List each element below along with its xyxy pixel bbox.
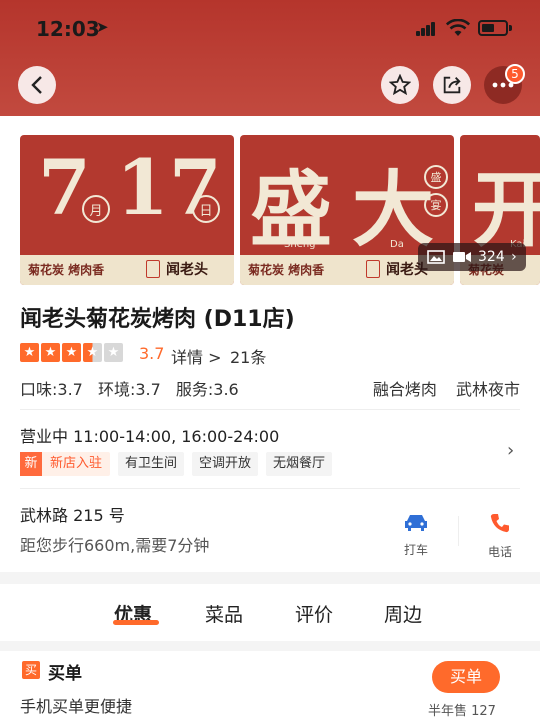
rating-detail-link[interactable]: 详情 > xyxy=(171,344,222,368)
status-time: 12:03 xyxy=(36,17,100,41)
tab-bar: 优惠 菜品 评价 周边 xyxy=(0,584,540,640)
star-icon: ★ xyxy=(104,343,123,362)
facility-tag: 无烟餐厅 xyxy=(266,452,333,476)
chevron-right-icon: > xyxy=(208,348,222,367)
favorite-button[interactable] xyxy=(381,66,419,104)
battery-icon xyxy=(478,20,508,36)
star-icon: ★ xyxy=(62,343,81,362)
photo-count-button[interactable]: 324 › xyxy=(418,243,526,271)
photo-circle-char: 盛 xyxy=(424,165,448,189)
photo-month-circle: 月 xyxy=(82,195,110,223)
status-bar: 12:03 ➤ xyxy=(0,0,540,56)
buy-icon: 买 xyxy=(22,661,40,679)
battery-tip xyxy=(509,25,512,31)
phone-label: 电话 xyxy=(487,545,512,559)
section-gap xyxy=(0,572,540,584)
divider xyxy=(458,516,459,546)
divider xyxy=(20,488,520,489)
star-rating: ★ ★ ★ ★ ★ xyxy=(20,343,125,362)
tab-reviews[interactable]: 评价 xyxy=(295,600,333,627)
area-tag[interactable]: 武林夜市 xyxy=(456,380,520,399)
rating-value: 3.7 xyxy=(139,344,165,363)
walking-distance: 距您步行660m,需要7分钟 xyxy=(20,536,210,555)
shop-tags: 融合烤肉 武林夜市 xyxy=(359,376,520,400)
chevron-left-icon xyxy=(31,76,42,94)
divider xyxy=(20,409,520,410)
score-service: 服务:3.6 xyxy=(175,380,239,399)
share-button[interactable] xyxy=(433,66,471,104)
facility-tags: 新 新店入驻 有卫生间 空调开放 无烟餐厅 xyxy=(20,452,340,476)
facility-tag: 空调开放 xyxy=(192,452,259,476)
buy-title: 买单 xyxy=(48,664,82,684)
category-tag[interactable]: 融合烤肉 xyxy=(373,380,437,399)
photo-count: 324 xyxy=(478,249,505,265)
buy-button[interactable]: 买单 xyxy=(432,661,500,693)
shop-photo[interactable]: 7 月 17 日 菊花炭 烤肉香 闻老头 xyxy=(20,135,234,285)
back-button[interactable] xyxy=(18,66,56,104)
share-icon xyxy=(443,76,461,94)
chevron-right-icon[interactable]: › xyxy=(507,440,514,461)
new-icon: 新 xyxy=(20,452,42,476)
star-icon xyxy=(389,74,411,96)
photo-pinyin: Sheng xyxy=(284,239,316,250)
tab-dishes[interactable]: 菜品 xyxy=(205,600,243,627)
taxi-button[interactable]: 打车 xyxy=(396,512,436,558)
seal-icon xyxy=(366,260,380,278)
phone-icon xyxy=(490,514,509,533)
seal-icon xyxy=(146,260,160,278)
facility-tag: 有卫生间 xyxy=(118,452,185,476)
star-icon: ★ xyxy=(41,343,60,362)
photo-strip: 菊花炭 烤肉香 闻老头 xyxy=(20,255,234,285)
new-shop-tag: 新 新店入驻 xyxy=(20,452,111,476)
sold-count: 半年售 127 xyxy=(428,704,496,719)
video-icon xyxy=(452,252,471,262)
photo-strip-text: 菊花炭 烤肉香 xyxy=(248,263,325,277)
tab-nearby[interactable]: 周边 xyxy=(384,600,422,627)
phone-button[interactable]: 电话 xyxy=(480,512,520,560)
star-icon: ★ xyxy=(20,343,39,362)
photo-circle-char: 宴 xyxy=(424,193,448,217)
wifi-icon xyxy=(446,19,470,36)
photo-signature: 闻老头 xyxy=(166,262,208,278)
photo-day-circle: 日 xyxy=(192,195,220,223)
rating-detail-label: 详情 xyxy=(171,348,204,367)
car-icon xyxy=(405,515,427,531)
score-environment: 环境:3.7 xyxy=(97,380,161,399)
photo-big-month: 7 xyxy=(38,143,91,232)
location-arrow-icon: ➤ xyxy=(96,18,109,36)
shop-name: 闻老头菊花炭烤肉 (D11店) xyxy=(20,307,295,332)
section-gap xyxy=(0,641,540,651)
image-icon xyxy=(427,250,446,264)
active-tab-indicator xyxy=(113,620,159,625)
photo-strip-text: 菊花炭 烤肉香 xyxy=(28,263,105,277)
taxi-label: 打车 xyxy=(403,543,428,557)
shop-address[interactable]: 武林路 215 号 xyxy=(20,502,125,526)
signal-icon xyxy=(416,22,436,36)
chevron-right-icon: › xyxy=(511,249,517,265)
score-breakdown: 口味:3.7 环境:3.7 服务:3.6 xyxy=(20,376,249,400)
photo-pinyin: Da xyxy=(390,239,404,250)
business-hours[interactable]: 营业中 11:00-14:00, 16:00-24:00 xyxy=(20,423,279,447)
score-taste: 口味:3.7 xyxy=(20,380,83,399)
review-count: 21条 xyxy=(230,348,267,367)
notification-badge: 5 xyxy=(505,64,525,84)
new-shop-label: 新店入驻 xyxy=(50,456,103,471)
buy-description: 手机买单更便捷 xyxy=(20,697,133,716)
star-icon: ★ xyxy=(83,343,102,362)
